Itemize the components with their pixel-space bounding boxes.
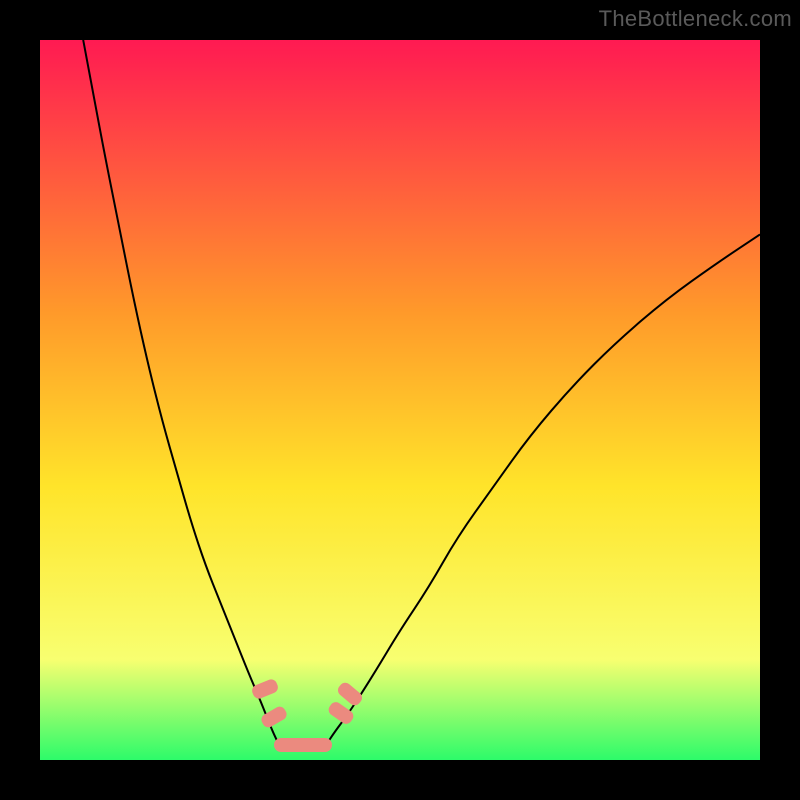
watermark-text: TheBottleneck.com [599, 6, 792, 32]
optimal-zone-bar [274, 738, 332, 752]
curve-right-branch [328, 234, 760, 742]
curve-left-branch [83, 40, 277, 742]
bottleneck-curve [40, 40, 760, 760]
outer-frame: TheBottleneck.com [0, 0, 800, 800]
plot-area [40, 40, 760, 760]
